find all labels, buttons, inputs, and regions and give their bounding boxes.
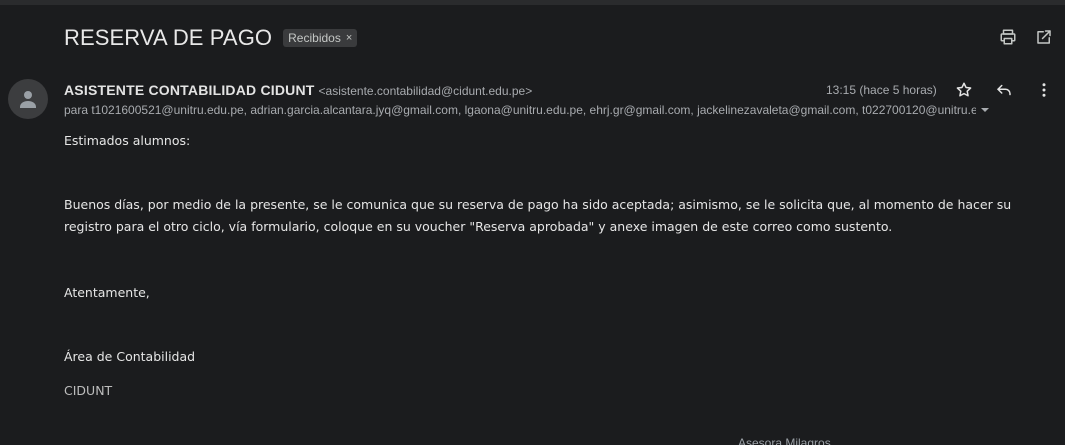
recipients-line: para t1021600521@unitru.edu.pe, adrian.g… [64,103,976,117]
print-icon[interactable] [999,28,1017,46]
cut-off-text: Asesora Milagros [738,436,831,445]
person-icon [20,91,36,108]
thread-actions [999,28,1053,46]
remove-label-button[interactable]: × [346,32,352,44]
sender-avatar[interactable] [8,79,48,119]
body-closing: Atentamente, [64,285,150,300]
open-in-new-window-icon[interactable] [1035,28,1053,46]
sender-email: <asistente.contabilidad@cidunt.edu.pe> [318,84,533,98]
chevron-down-icon[interactable] [979,104,991,116]
email-subject: RESERVA DE PAGO [64,25,273,50]
body-greeting: Estimados alumnos: [64,133,191,148]
signature-department: Área de Contabilidad [64,349,196,364]
signature-organization: CIDUNT [64,383,113,398]
label-chip-inbox[interactable]: Recibidos × [283,29,358,47]
message-actions [955,81,1053,99]
sender-line: ASISTENTE CONTABILIDAD CIDUNT <asistente… [64,82,532,98]
label-chip-text: Recibidos [288,31,341,45]
reply-icon[interactable] [995,81,1013,99]
top-bar [0,0,1065,5]
message-time: 13:15 (hace 5 horas) [826,83,937,97]
subject-row: RESERVA DE PAGO Recibidos × [64,24,955,52]
star-icon[interactable] [955,81,973,99]
sender-name[interactable]: ASISTENTE CONTABILIDAD CIDUNT [64,82,315,98]
body-paragraph: Buenos días, por medio de la presente, s… [64,197,1012,234]
more-vert-icon[interactable] [1035,81,1053,99]
